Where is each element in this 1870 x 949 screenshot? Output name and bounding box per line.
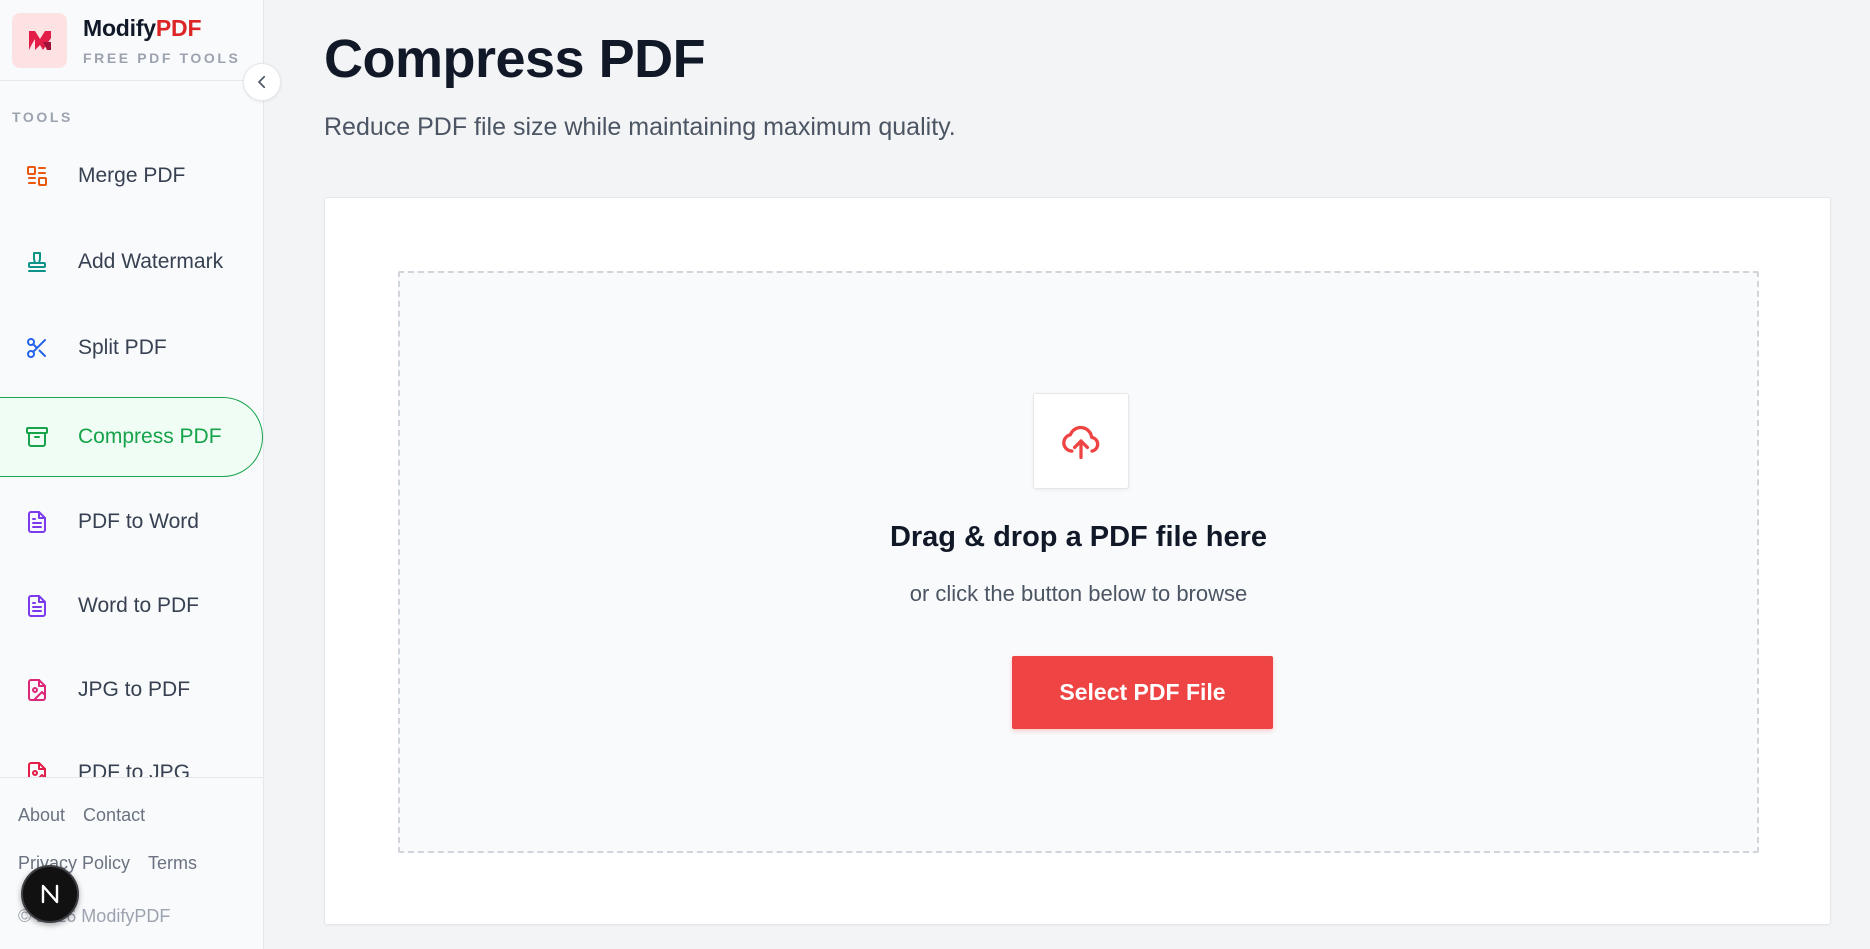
contact-link[interactable]: Contact xyxy=(83,805,145,826)
chevron-left-icon xyxy=(258,75,266,89)
document-icon xyxy=(24,509,50,535)
brand-text: ModifyPDF FREE PDF TOOLS xyxy=(83,15,241,66)
nav-label: Word to PDF xyxy=(78,594,199,617)
nav-label: PDF to Word xyxy=(78,510,199,533)
nav-item-jpg-to-pdf[interactable]: JPG to PDF xyxy=(0,651,263,729)
image-file-icon xyxy=(24,760,50,777)
archive-icon xyxy=(24,424,50,450)
upload-icon-box xyxy=(1033,393,1129,489)
stamp-icon xyxy=(24,249,50,275)
collapse-sidebar-button[interactable] xyxy=(243,63,281,101)
sidebar: ModifyPDF FREE PDF TOOLS TOOLS Merge PDF xyxy=(0,0,264,949)
brand-logo-icon xyxy=(12,12,67,68)
sidebar-footer: About Contact Privacy Policy Terms © 202… xyxy=(0,777,263,949)
dropzone-title: Drag & drop a PDF file here xyxy=(889,521,1268,553)
brand-name: ModifyPDF xyxy=(83,15,241,42)
nav-item-split-pdf[interactable]: Split PDF xyxy=(0,309,263,387)
nav-item-merge-pdf[interactable]: Merge PDF xyxy=(0,137,263,215)
page-subtitle: Reduce PDF file size while maintaining m… xyxy=(324,113,956,141)
nav-item-compress-pdf[interactable]: Compress PDF xyxy=(0,397,263,477)
app-root: ModifyPDF FREE PDF TOOLS TOOLS Merge PDF xyxy=(0,0,1870,949)
nav-label: Merge PDF xyxy=(78,164,186,187)
nav-item-add-watermark[interactable]: Add Watermark xyxy=(0,223,263,301)
document-icon xyxy=(24,593,50,619)
scissors-icon xyxy=(24,335,50,361)
tools-section-label: TOOLS xyxy=(12,109,73,125)
brand-name-main: Modify xyxy=(83,14,156,41)
tools-nav: Merge PDF Add Watermark Split PDF Compre… xyxy=(0,137,263,777)
nav-label: JPG to PDF xyxy=(78,678,191,701)
nav-label: Add Watermark xyxy=(78,250,224,273)
brand-tagline: FREE PDF TOOLS xyxy=(83,49,241,66)
brand-name-accent: PDF xyxy=(155,14,202,41)
nav-item-pdf-to-word[interactable]: PDF to Word xyxy=(0,483,263,561)
cloud-upload-icon xyxy=(1062,425,1100,460)
pdf-dropzone[interactable]: Drag & drop a PDF file here or click the… xyxy=(398,271,1759,853)
nav-label: PDF to JPG xyxy=(78,761,191,777)
image-file-icon xyxy=(24,677,50,703)
dropzone-subtitle: or click the button below to browse xyxy=(909,581,1248,606)
terms-link[interactable]: Terms xyxy=(148,853,197,874)
footer-links-row-1: About Contact xyxy=(18,805,145,826)
merge-icon xyxy=(24,163,50,189)
nav-item-word-to-pdf[interactable]: Word to PDF xyxy=(0,567,263,645)
nav-label: Compress PDF xyxy=(78,425,222,448)
nav-item-pdf-to-jpg[interactable]: PDF to JPG xyxy=(0,734,263,777)
nav-label: Split PDF xyxy=(78,336,167,359)
n-logo-icon xyxy=(41,884,59,904)
upload-card: Drag & drop a PDF file here or click the… xyxy=(324,197,1831,925)
about-link[interactable]: About xyxy=(18,805,65,826)
select-pdf-file-button[interactable]: Select PDF File xyxy=(1012,656,1273,729)
brand-header[interactable]: ModifyPDF FREE PDF TOOLS xyxy=(0,0,263,81)
nextjs-dev-badge[interactable] xyxy=(21,865,79,923)
page-title: Compress PDF xyxy=(324,29,706,89)
